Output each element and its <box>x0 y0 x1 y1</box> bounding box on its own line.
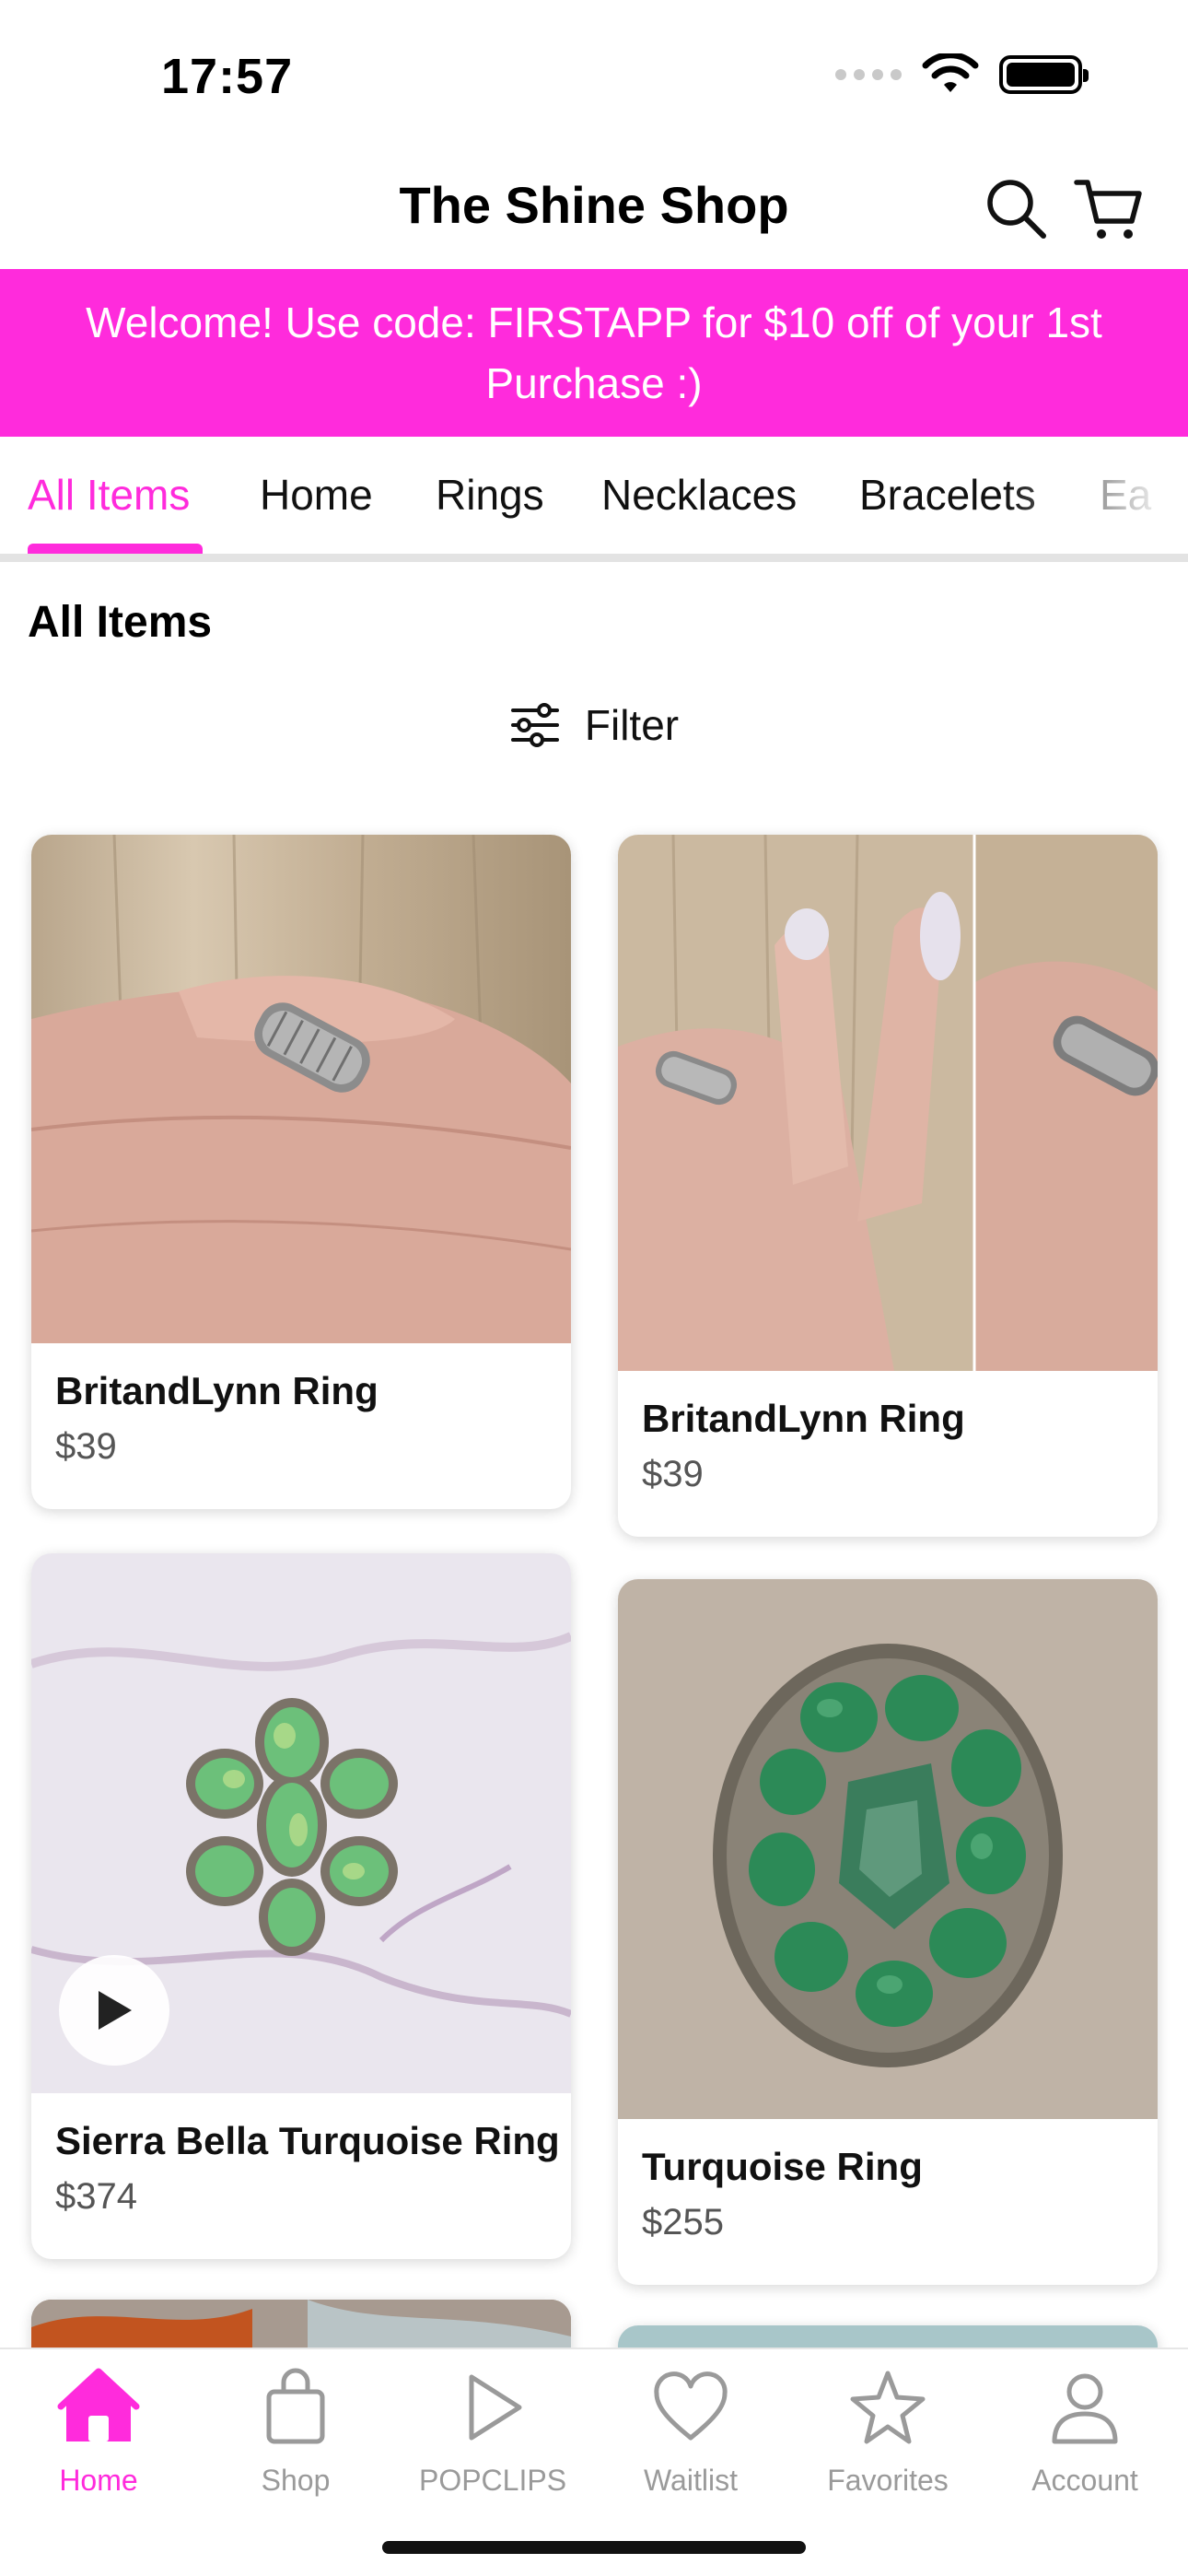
product-name: BritandLynn Ring <box>55 1369 379 1412</box>
app-header: The Shine Shop <box>0 147 1188 269</box>
shopping-bag-icon <box>266 2368 325 2444</box>
nav-account[interactable]: Account <box>986 2366 1183 2498</box>
cart-icon[interactable] <box>1073 173 1143 243</box>
product-name: Turquoise Ring <box>642 2145 923 2188</box>
nav-label: Home <box>59 2464 138 2497</box>
product-card[interactable]: Turquoise Ring $255 <box>618 1579 1158 2285</box>
tab-bracelets[interactable]: Bracelets <box>859 470 1036 520</box>
nav-waitlist[interactable]: Waitlist <box>592 2366 789 2498</box>
status-time: 17:57 <box>161 49 294 104</box>
status-bar: 17:57 <box>0 0 1188 147</box>
product-image <box>618 1579 1158 2119</box>
tab-home[interactable]: Home <box>260 470 373 520</box>
person-icon <box>1052 2373 1118 2444</box>
status-icons <box>835 53 1089 96</box>
product-image <box>31 835 571 1343</box>
promo-banner[interactable]: Welcome! Use code: FIRSTAPP for $10 off … <box>0 269 1188 437</box>
home-indicator <box>382 2541 806 2554</box>
nav-home[interactable]: Home <box>0 2366 197 2498</box>
battery-icon <box>999 55 1089 94</box>
nav-label: Waitlist <box>644 2464 738 2497</box>
play-icon <box>99 1991 132 2030</box>
nav-label: POPCLIPS <box>418 2464 567 2497</box>
product-price: $374 <box>55 2176 137 2217</box>
nav-popclips[interactable]: POPCLIPS <box>394 2366 591 2498</box>
video-play-button[interactable] <box>59 1955 169 2066</box>
heart-icon <box>654 2371 728 2441</box>
star-icon <box>850 2371 926 2444</box>
product-price: $39 <box>642 1454 704 1494</box>
filter-button[interactable]: Filter <box>0 700 1188 750</box>
section-title: All Items <box>28 598 213 647</box>
product-card[interactable]: BritandLynn Ring $39 <box>31 835 571 1509</box>
nav-label: Account <box>1031 2464 1138 2497</box>
promo-text: Welcome! Use code: FIRSTAPP for $10 off … <box>86 299 1102 407</box>
tab-rings[interactable]: Rings <box>436 470 544 520</box>
home-icon <box>57 2368 140 2441</box>
product-card[interactable]: BritandLynn Ring $39 <box>618 835 1158 1537</box>
search-icon[interactable] <box>981 173 1051 243</box>
nav-label: Shop <box>261 2464 331 2497</box>
category-tabs: All Items Home Rings Necklaces Bracelets… <box>0 437 1188 562</box>
active-tab-indicator <box>28 544 203 554</box>
app-screen: 17:57 The Shine Shop Welcome! Use code: … <box>0 0 1188 2576</box>
product-name: BritandLynn Ring <box>642 1397 965 1440</box>
tab-all-items[interactable]: All Items <box>28 470 190 520</box>
product-price: $255 <box>642 2202 724 2242</box>
tab-necklaces[interactable]: Necklaces <box>601 470 797 520</box>
product-image <box>31 1553 571 2093</box>
nav-label: Favorites <box>827 2464 949 2497</box>
nav-favorites[interactable]: Favorites <box>789 2366 986 2498</box>
filter-label: Filter <box>584 701 680 749</box>
wifi-icon <box>922 53 979 92</box>
filter-sliders-icon <box>510 703 559 747</box>
nav-shop[interactable]: Shop <box>197 2366 394 2498</box>
product-image <box>618 835 1158 1371</box>
play-icon <box>469 2374 522 2441</box>
product-name: Sierra Bella Turquoise Ring <box>55 2119 560 2162</box>
product-card[interactable]: Sierra Bella Turquoise Ring $374 <box>31 1553 571 2259</box>
tab-earrings[interactable]: Ea <box>1100 470 1151 520</box>
product-price: $39 <box>55 1426 117 1467</box>
cellular-signal-icon <box>835 69 902 80</box>
